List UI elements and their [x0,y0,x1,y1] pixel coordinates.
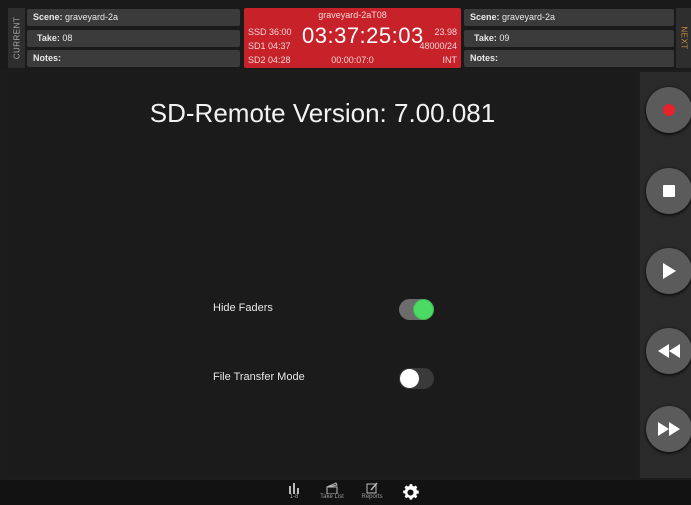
hide-faders-label: Hide Faders [213,302,273,314]
hide-faders-toggle[interactable] [399,299,434,320]
transport-panel [640,72,691,478]
timecode-panel[interactable]: graveyard-2aT08 SSD 36:00 SD1 04:37 SD2 … [244,8,461,68]
current-tab[interactable]: CURRENT [8,8,25,68]
tab-take-list[interactable]: Take List [317,482,347,500]
fast-forward-icon [658,422,680,436]
tab-reports[interactable]: Reports [358,482,386,500]
sd1-remaining: SD1 04:37 [248,41,291,51]
elapsed-time: 00:00:07:0 [331,55,374,65]
stop-icon [663,185,675,197]
sync-source: INT [442,55,458,65]
settings-panel: SD-Remote Version: 7.00.081 Hide Faders … [9,72,636,478]
tab-mixer-label: 1-8 [289,494,299,500]
toggle-knob [414,300,433,319]
rewind-button[interactable] [646,328,691,374]
next-scene-value: graveyard-2a [502,12,556,22]
mixer-icon [289,483,299,494]
file-transfer-mode-label: File Transfer Mode [213,371,305,383]
stop-button[interactable] [646,168,691,214]
next-take-value: 09 [499,33,510,43]
tab-take-list-label: Take List [320,494,344,500]
file-name: graveyard-2aT08 [318,10,387,20]
tab-settings[interactable] [399,482,421,505]
next-notes-label: Notes: [470,53,499,63]
file-transfer-mode-toggle[interactable] [399,368,434,389]
clapper-icon [326,482,338,494]
current-take-label: Take: [37,33,60,43]
next-scene-field[interactable]: Scene: graveyard-2a [464,9,674,26]
frame-rate: 23.98 [434,27,457,37]
current-scene-value: graveyard-2a [65,12,119,22]
current-take-field[interactable]: Take: 08 [27,30,240,47]
current-take-value: 08 [62,33,73,43]
ssd-remaining: SSD 36:00 [248,27,292,37]
version-text: SD-Remote Version: 7.00.081 [149,98,496,128]
next-notes-field[interactable]: Notes: [464,50,674,67]
current-scene-field[interactable]: Scene: graveyard-2a [27,9,240,26]
tab-mixer[interactable]: 1-8 [286,482,302,500]
sample-rate: 48000/24 [419,41,457,51]
play-icon [663,263,676,279]
record-button[interactable] [646,87,691,133]
gear-icon [402,484,419,500]
fast-forward-button[interactable] [646,406,691,452]
current-tab-label: CURRENT [12,16,21,60]
play-button[interactable] [646,248,691,294]
record-icon [663,104,675,116]
bottom-tab-bar: 1-8 Take List Reports [0,480,691,505]
current-notes-field[interactable]: Notes: [27,50,240,67]
next-tab[interactable]: NEXT [676,8,691,68]
edit-icon [366,482,378,494]
next-scene-label: Scene: [470,12,500,22]
tab-reports-label: Reports [361,494,383,500]
next-take-label: Take: [474,33,497,43]
next-take-field[interactable]: Take: 09 [464,30,674,47]
timecode-display: 03:37:25:03 [302,23,424,48]
current-notes-label: Notes: [33,53,62,63]
current-scene-label: Scene: [33,12,63,22]
top-status-bar: CURRENT Scene: graveyard-2a Take: 08 Not… [0,0,691,70]
toggle-knob [400,369,419,388]
rewind-icon [658,344,680,358]
next-tab-label: NEXT [679,26,688,50]
